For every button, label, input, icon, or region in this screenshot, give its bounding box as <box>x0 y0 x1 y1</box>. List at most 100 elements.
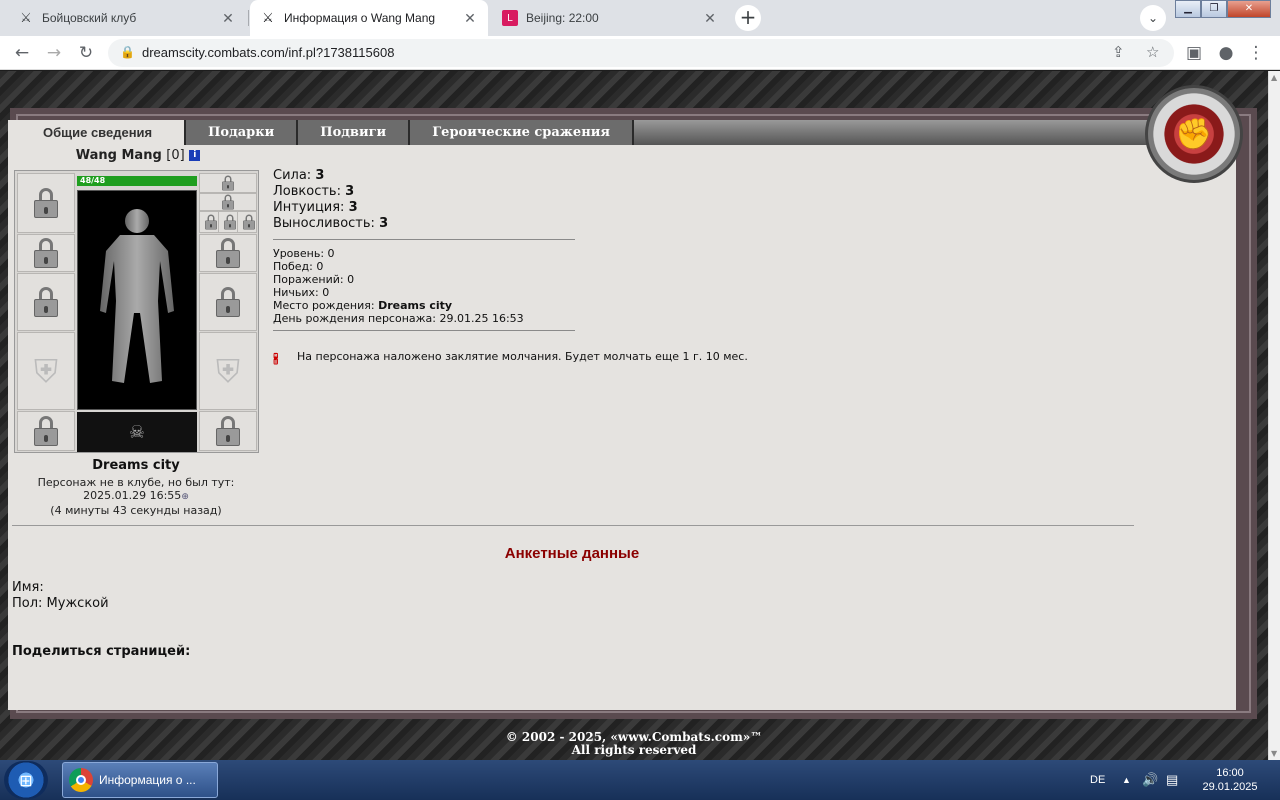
status-line: Персонаж не в клубе, но был тут: <box>37 476 235 489</box>
stat-intuition: Интуиция: 3 <box>273 200 358 215</box>
chrome-icon <box>69 768 93 792</box>
tray-expand-icon[interactable]: ▲ <box>1122 760 1131 800</box>
slot-helmet[interactable] <box>17 173 75 233</box>
crossed-swords-icon: ⚔ <box>20 10 32 25</box>
tab-general-info[interactable]: Общие сведения <box>11 120 187 145</box>
bookmark-star-icon[interactable]: ☆ <box>1146 43 1159 61</box>
slot-armor[interactable]: ⛨ <box>17 332 75 410</box>
minimize-button[interactable]: ▁ <box>1175 0 1201 18</box>
profile-data: Имя: Пол: Мужской <box>12 580 109 612</box>
silence-text: На персонажа наложено заклятие молчания.… <box>297 350 748 363</box>
tab-heroic-battles[interactable]: Героические сражения <box>410 120 634 145</box>
new-tab-button[interactable]: + <box>735 5 761 31</box>
lock-icon <box>222 194 235 210</box>
close-tab-icon[interactable]: ✕ <box>220 10 236 26</box>
reload-button[interactable]: ↻ <box>74 41 98 65</box>
vertical-scrollbar[interactable]: ▲ ▼ <box>1268 71 1280 760</box>
tab-title: Beijing: 22:00 <box>526 11 599 25</box>
slot-ring-3[interactable] <box>237 211 257 233</box>
stat-agility: Ловкость: 3 <box>273 184 355 199</box>
character-name: Wang Mang [0] i <box>8 148 268 163</box>
slot-ring-1[interactable] <box>199 211 219 233</box>
profile-avatar-icon[interactable]: ● <box>1214 41 1238 65</box>
character-details: Уровень: 0 Побед: 0 Поражений: 0 Ничьих:… <box>273 247 524 325</box>
close-tab-icon[interactable]: ✕ <box>702 10 718 26</box>
profile-tabs: Общие сведения Подарки Подвиги Героическ… <box>11 120 634 145</box>
system-clock[interactable]: 16:00 29.01.2025 <box>1190 766 1270 794</box>
last-seen-info: Персонаж не в клубе, но был тут: 2025.01… <box>8 476 264 517</box>
stat-strength: Сила: 3 <box>273 168 325 183</box>
detail-birthplace: Место рождения: Dreams city <box>273 299 453 312</box>
browser-tab-info[interactable]: ⚔ Информация о Wang Mang ✕ <box>250 0 488 36</box>
clock-time: 16:00 <box>1216 767 1244 779</box>
close-window-button[interactable]: ✕ <box>1227 0 1271 18</box>
stat-endurance: Выносливость: 3 <box>273 216 389 231</box>
slot-necklace[interactable] <box>199 193 257 211</box>
lock-icon <box>33 188 59 218</box>
main-content: Общие сведения Подарки Подвиги Героическ… <box>8 120 1240 710</box>
address-bar[interactable]: 🔒 dreamscity.combats.com/inf.pl?17381156… <box>108 39 1174 67</box>
slot-amulet[interactable] <box>17 234 75 272</box>
pants-icon: ⛨ <box>215 351 240 390</box>
clock-date: 29.01.2025 <box>1202 781 1258 793</box>
back-button[interactable]: ← <box>10 41 34 65</box>
scroll-down-icon[interactable]: ▼ <box>1271 749 1277 758</box>
scroll-up-icon[interactable]: ▲ <box>1271 73 1277 82</box>
combats-fist-logo[interactable]: ✊ <box>1145 85 1243 183</box>
slot-ring-2[interactable] <box>218 211 238 233</box>
menu-kebab-icon[interactable]: ⋮ <box>1244 41 1268 65</box>
slot-shield[interactable] <box>199 273 257 331</box>
slot-gloves[interactable] <box>199 234 257 272</box>
lock-icon <box>215 416 241 446</box>
silhouette-figure-icon <box>100 209 174 383</box>
divider <box>273 330 575 331</box>
hp-bar: 48/48 <box>77 176 197 186</box>
equipment-panel: ⛨ 48/48 ☠ ⛨ <box>14 170 259 453</box>
slot-belt[interactable] <box>17 411 75 451</box>
slot-pants[interactable]: ⛨ <box>199 332 257 410</box>
browser-tab-beijing[interactable]: L Beijing: 22:00 ✕ <box>492 0 728 36</box>
side-panel-icon[interactable]: ▣ <box>1182 41 1206 65</box>
window-controls: ▁ ❐ ✕ <box>1175 0 1271 18</box>
maximize-button[interactable]: ❐ <box>1201 0 1227 18</box>
forward-button[interactable]: → <box>42 41 66 65</box>
lock-icon <box>33 238 59 268</box>
lock-icon <box>243 214 255 230</box>
share-icon[interactable]: ⇪ <box>1112 43 1125 61</box>
rights-text: All rights reserved <box>571 743 697 757</box>
globe-icon: ⊕ <box>181 492 189 502</box>
web-page: Общие сведения Подарки Подвиги Героическ… <box>0 71 1268 760</box>
detail-birthday: День рождения персонажа: 29.01.25 16:53 <box>273 312 524 325</box>
language-indicator[interactable]: DE <box>1090 760 1105 800</box>
character-name-text: Wang Mang <box>75 148 162 163</box>
divider <box>273 239 575 240</box>
browser-tab-strip: ⚔ Бойцовский клуб ✕ ⚔ Информация о Wang … <box>0 0 1280 36</box>
tab-title: Информация о Wang Mang <box>284 11 436 25</box>
share-label: Поделиться страницей: <box>12 644 191 659</box>
slot-earrings[interactable] <box>199 173 257 193</box>
character-stats: Сила: 3 Ловкость: 3 Интуиция: 3 Вынослив… <box>273 168 388 232</box>
detail-draws: Ничьих: 0 <box>273 286 330 299</box>
lock-icon <box>33 416 59 446</box>
close-tab-icon[interactable]: ✕ <box>462 10 478 26</box>
slot-weapon[interactable] <box>17 273 75 331</box>
windows-logo-icon: ⊞ <box>19 770 33 790</box>
taskbar-chrome-item[interactable]: Информация о ... <box>62 762 218 798</box>
tab-search-chevron-icon[interactable]: ⌄ <box>1140 5 1166 31</box>
network-icon[interactable]: ▤ <box>1166 760 1178 800</box>
character-silhouette <box>77 190 197 410</box>
windows-taskbar: ⊞ Информация о ... DE ▲ 🔊 ▤ 16:00 29.01.… <box>0 760 1280 800</box>
slot-boots[interactable] <box>199 411 257 451</box>
fist-icon: ✊ <box>1175 116 1213 152</box>
profile-name: Имя: <box>12 580 44 595</box>
tab-gifts[interactable]: Подарки <box>186 120 299 145</box>
start-button[interactable]: ⊞ <box>4 761 48 799</box>
browser-tab-combats[interactable]: ⚔ Бойцовский клуб ✕ <box>8 0 246 36</box>
detail-level: Уровень: 0 <box>273 247 335 260</box>
character-city: Dreams city <box>92 458 180 473</box>
volume-icon[interactable]: 🔊 <box>1142 760 1158 800</box>
url-text: dreamscity.combats.com/inf.pl?1738115608 <box>142 45 395 60</box>
tab-achievements[interactable]: Подвиги <box>298 120 411 145</box>
lock-icon <box>224 214 236 230</box>
info-icon[interactable]: i <box>189 150 201 161</box>
